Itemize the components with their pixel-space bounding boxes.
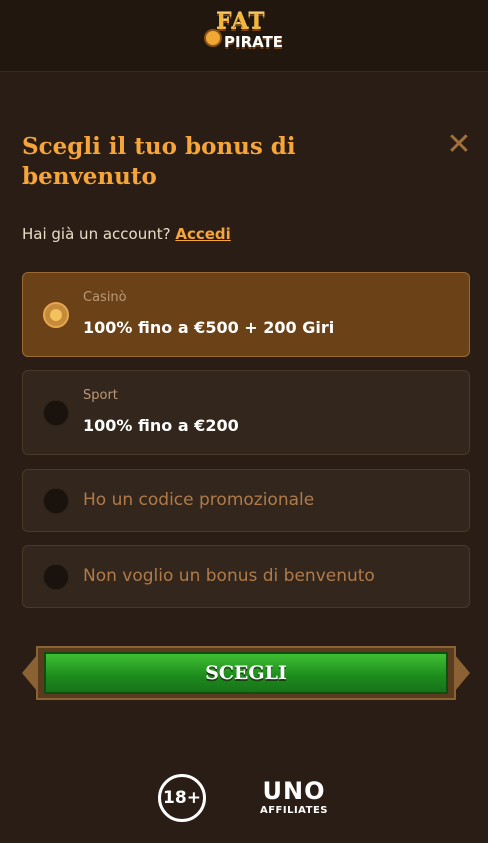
close-icon[interactable]: ✕: [446, 130, 472, 160]
submit-button-frame: SCEGLI: [22, 636, 470, 710]
radio-icon[interactable]: [43, 488, 69, 514]
radio-icon[interactable]: [43, 400, 69, 426]
radio-selected-icon[interactable]: [43, 302, 69, 328]
bonus-option-promo-code[interactable]: Ho un codice promozionale: [22, 469, 470, 532]
uno-affiliates-logo[interactable]: UNO AFFILIATES: [252, 778, 336, 822]
bonus-option-sport[interactable]: Sport 100% fino a €200: [22, 370, 470, 455]
header-bar: FAT PIRATE: [0, 0, 488, 72]
submit-button[interactable]: SCEGLI: [44, 652, 448, 694]
modal-title: Scegli il tuo bonus di benvenuto: [22, 133, 296, 190]
bonus-option-casino[interactable]: Casinò 100% fino a €500 + 200 Giri: [22, 272, 470, 357]
bonus-option-no-bonus[interactable]: Non voglio un bonus di benvenuto: [22, 545, 470, 608]
login-link[interactable]: Accedi: [175, 225, 230, 243]
radio-icon[interactable]: [43, 564, 69, 590]
fat-pirate-logo[interactable]: FAT PIRATE: [196, 9, 292, 55]
age-restriction-badge: 18+: [158, 774, 206, 822]
account-prompt: Hai già un account? Accedi: [22, 225, 231, 243]
